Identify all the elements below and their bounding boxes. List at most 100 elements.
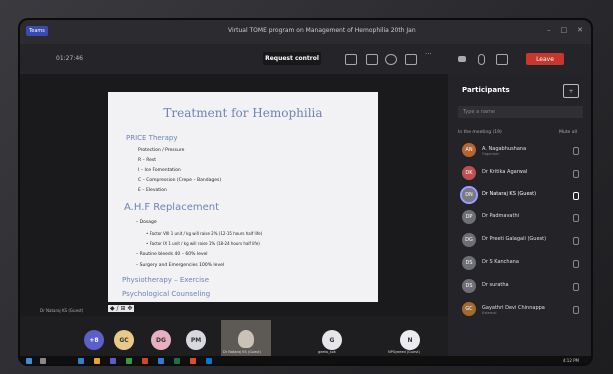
avatar: DK <box>462 166 476 180</box>
minimize-button[interactable]: – <box>547 26 551 34</box>
participants-icon[interactable] <box>345 54 357 65</box>
edge-icon[interactable] <box>78 358 84 364</box>
participant-row[interactable]: GC Gayathri Devi Chinnappa External <box>462 302 587 318</box>
mic-off-icon <box>573 260 579 268</box>
share-icon[interactable] <box>496 54 508 65</box>
meeting-toolbar: 01:27:46 Request control ··· Leave <box>18 44 593 74</box>
slide-line: – Surgery and Emergencies 100% level <box>136 263 225 268</box>
maximize-button[interactable]: □ <box>561 26 568 34</box>
avatar: DG <box>462 233 476 247</box>
slide-line: Psychological Counseling <box>122 290 211 298</box>
powerpoint-icon[interactable] <box>142 358 148 364</box>
slide-line: Protection / Pressure <box>138 148 185 153</box>
mic-off-icon <box>573 237 579 245</box>
slide-line: – Routine bleeds 40 – 60% level <box>136 252 208 257</box>
presenter-name: Dr Nataraj KS (Guest) <box>40 308 84 313</box>
participant-role: External <box>482 311 497 315</box>
slide-title: Treatment for Hemophilia <box>163 106 323 120</box>
camera-icon[interactable] <box>458 56 466 62</box>
share-invite-button[interactable]: + <box>563 84 579 98</box>
slide-line: • Factor VIII 1 unit / kg will raise 2% … <box>146 231 263 236</box>
participant-name: Dr Kritika Agarwal <box>482 169 528 175</box>
chrome-icon[interactable] <box>190 358 196 364</box>
mute-all-button[interactable]: Mute all <box>559 130 577 135</box>
word-icon[interactable] <box>158 358 164 364</box>
participant-role: Organiser <box>482 152 500 156</box>
avatar-label: NPSyeeed (Guest) <box>388 350 420 354</box>
participant-name: Dr S Kanchana <box>482 259 519 265</box>
avatar: G <box>322 330 342 350</box>
participant-row[interactable]: DP Dr Padmavathi <box>462 210 587 226</box>
slide-line: – Dosage <box>136 220 157 225</box>
slide-line: • Factor IX 1 unit / kg will raise 1% (1… <box>146 241 260 246</box>
search-icon[interactable] <box>40 358 46 364</box>
more-participants-button[interactable]: +8 <box>84 330 104 350</box>
avatar: DP <box>462 210 476 224</box>
avatar: DN <box>460 186 478 204</box>
leave-button[interactable]: Leave <box>526 53 564 65</box>
participant-row[interactable]: DS Dr S Kanchana <box>462 256 587 272</box>
more-options-icon[interactable]: ··· <box>425 50 435 59</box>
shared-content-stage: Treatment for Hemophilia PRICE Therapy P… <box>18 74 448 316</box>
slide-line: I – Ice Fomentation <box>138 168 181 173</box>
mic-on-icon <box>573 192 579 200</box>
avatar: GC <box>114 330 134 350</box>
mic-icon[interactable] <box>478 54 485 65</box>
video-label: Dr Nataraj KS (Guest) <box>223 350 261 354</box>
slide-line: A.H.F Replacement <box>124 202 220 213</box>
avatar: AN <box>462 143 476 157</box>
app-icon[interactable] <box>126 358 132 364</box>
avatar: DS <box>462 256 476 270</box>
avatar: DG <box>151 330 171 350</box>
slide-line: E – Elevation <box>138 188 167 193</box>
participant-row[interactable]: DG Dr Preeti Galagali (Guest) <box>462 233 587 249</box>
slide-line: C – Compression (Crepe – Bandages) <box>138 178 222 183</box>
avatar: GC <box>462 302 476 316</box>
participants-title: Participants <box>462 86 510 94</box>
taskbar-clock: 4:12 PM <box>562 358 579 363</box>
request-control-button[interactable]: Request control <box>263 52 321 65</box>
mic-off-icon <box>573 283 579 291</box>
participant-name: Dr Padmavathi <box>482 213 519 219</box>
in-meeting-section: In the meeting (19) Mute all <box>458 130 583 135</box>
window-title: Virtual TOME program on Management of He… <box>228 27 416 34</box>
close-button[interactable]: ✕ <box>577 26 583 34</box>
presentation-slide: Treatment for Hemophilia PRICE Therapy P… <box>108 92 378 302</box>
participant-row[interactable]: AN A. Nagabhushana Organiser <box>462 143 587 159</box>
outlook-icon[interactable] <box>206 358 212 364</box>
participants-search-input[interactable]: Type a name <box>458 106 583 118</box>
participant-name: Dr Preeti Galagali (Guest) <box>482 236 547 242</box>
chat-icon[interactable] <box>366 54 378 65</box>
section-label: In the meeting (19) <box>458 130 502 135</box>
participant-face <box>238 330 254 348</box>
app-label: Teams <box>26 26 48 36</box>
monitor-screen: Teams Virtual TOME program on Management… <box>18 18 593 366</box>
participant-row[interactable]: DK Dr Kritika Agarwal <box>462 166 587 182</box>
mic-off-icon <box>573 147 579 155</box>
participant-row[interactable]: DS Dr suratha <box>462 279 587 295</box>
avatar: N <box>400 330 420 350</box>
slide-line: R – Rest <box>138 158 157 163</box>
excel-icon[interactable] <box>174 358 180 364</box>
mic-off-icon <box>573 214 579 222</box>
mic-off-icon <box>573 170 579 178</box>
participant-name: Dr suratha <box>482 282 509 288</box>
slide-line: Physiotherapy – Exercise <box>122 276 209 284</box>
meeting-timer: 01:27:46 <box>56 55 83 62</box>
participant-row[interactable]: DN Dr Nataraj KS (Guest) <box>460 186 587 204</box>
rooms-icon[interactable] <box>405 54 417 65</box>
avatar: DS <box>462 279 476 293</box>
slide-line: PRICE Therapy <box>126 134 178 142</box>
participant-name: Dr Nataraj KS (Guest) <box>482 191 537 197</box>
mic-off-icon <box>573 306 579 314</box>
add-person-icon: + <box>568 87 574 95</box>
start-icon[interactable] <box>26 358 32 364</box>
folder-icon[interactable] <box>94 358 100 364</box>
windows-taskbar: 4:12 PM <box>18 356 593 366</box>
avatar-label: geeta_sok <box>318 350 336 354</box>
window-titlebar: Teams Virtual TOME program on Management… <box>18 18 593 44</box>
slide-tools[interactable]: ◆ / ⊞ ✥ <box>108 305 135 312</box>
participants-panel: Participants + Type a name In the meetin… <box>448 74 593 366</box>
reactions-icon[interactable] <box>385 54 397 65</box>
teams-icon[interactable] <box>110 358 116 364</box>
